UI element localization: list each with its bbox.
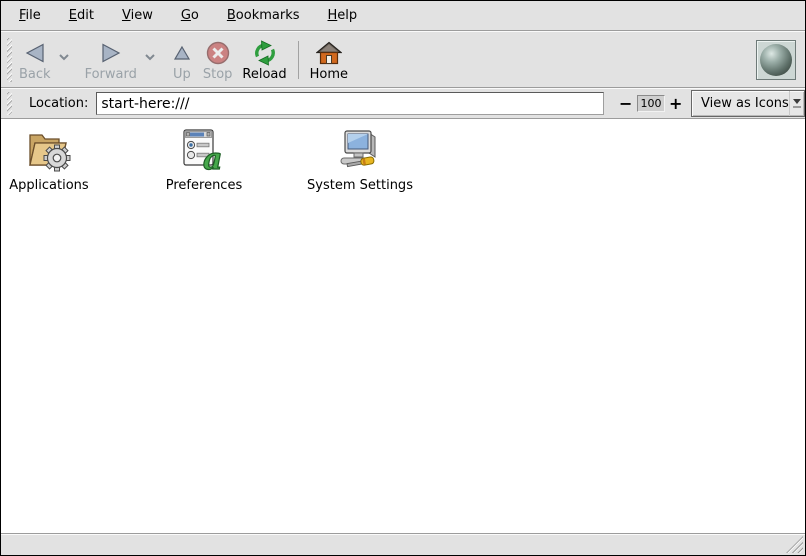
home-label: Home [310,68,348,82]
stop-icon [206,40,230,66]
menu-go-label: o [191,8,199,23]
forward-label: Forward [85,68,137,82]
menu-help-mnemonic: H [328,8,338,23]
up-icon [173,40,191,66]
menu-bookmarks[interactable]: Bookmarks [217,5,310,26]
view-mode-label: View as Icons [692,96,789,111]
zoom-out-button[interactable]: − [619,94,632,114]
menu-go-mnemonic: G [181,8,191,23]
menu-bookmarks-label: ookmarks [236,8,300,23]
reload-icon [252,40,278,66]
throbber-globe-icon [760,44,792,76]
back-label: Back [19,68,51,82]
menu-file[interactable]: File [9,5,51,26]
preferences-item[interactable]: a Preferences [158,126,250,193]
back-button[interactable]: Back [15,36,55,84]
menu-file-label: ile [26,8,41,23]
menu-bar: File Edit View Go Bookmarks Help [1,1,805,31]
dropdown-indicator-icon [789,91,804,116]
home-button[interactable]: Home [306,36,352,84]
location-bar: Location: − 100 + View as Icons [1,88,805,119]
applications-item[interactable]: Applications [3,126,95,193]
chevron-down-icon [144,53,156,61]
up-label: Up [173,68,191,82]
menu-view-mnemonic: V [122,8,131,23]
icon-view: Applications a Preferences [1,119,805,533]
status-bar [1,533,805,555]
system-settings-icon [335,126,385,174]
toolbar: Back Forward U [1,31,805,88]
forward-button[interactable]: Forward [81,36,141,84]
menu-view[interactable]: View [112,5,163,26]
location-label: Location: [29,96,88,111]
reload-label: Reload [242,68,286,82]
toolbar-separator [298,41,299,79]
file-manager-window: File Edit View Go Bookmarks Help Back [0,0,806,556]
zoom-in-button[interactable]: + [669,94,682,114]
reload-button[interactable]: Reload [238,36,290,84]
resize-grip[interactable] [786,536,803,553]
system-settings-item[interactable]: System Settings [301,126,419,193]
applications-label: Applications [9,178,88,193]
home-icon [316,40,342,66]
back-icon [24,40,46,66]
throbber-button[interactable] [756,40,796,80]
forward-history-dropdown[interactable] [141,46,159,65]
forward-icon [100,40,122,66]
preferences-label: Preferences [166,178,242,193]
menu-help[interactable]: Help [318,5,368,26]
stop-label: Stop [203,68,233,82]
menu-edit-label: dit [77,8,94,23]
applications-folder-icon [25,126,73,174]
menu-view-label: iew [131,8,153,23]
stop-button[interactable]: Stop [199,36,237,84]
menu-help-label: elp [337,8,357,23]
menu-edit-mnemonic: E [69,8,77,23]
up-button[interactable]: Up [169,36,195,84]
view-mode-dropdown[interactable]: View as Icons [691,90,805,117]
system-settings-label: System Settings [307,178,413,193]
menu-go[interactable]: Go [171,5,209,26]
menu-edit[interactable]: Edit [59,5,104,26]
back-history-dropdown[interactable] [55,46,73,65]
toolbar-grip[interactable] [7,38,12,82]
location-bar-grip[interactable] [7,92,12,115]
preferences-capplet-icon: a [180,126,228,174]
svg-text:a: a [203,142,222,173]
menu-bookmarks-mnemonic: B [227,8,236,23]
location-input[interactable] [96,92,604,115]
chevron-down-icon [58,53,70,61]
zoom-level-indicator[interactable]: 100 [637,95,665,112]
